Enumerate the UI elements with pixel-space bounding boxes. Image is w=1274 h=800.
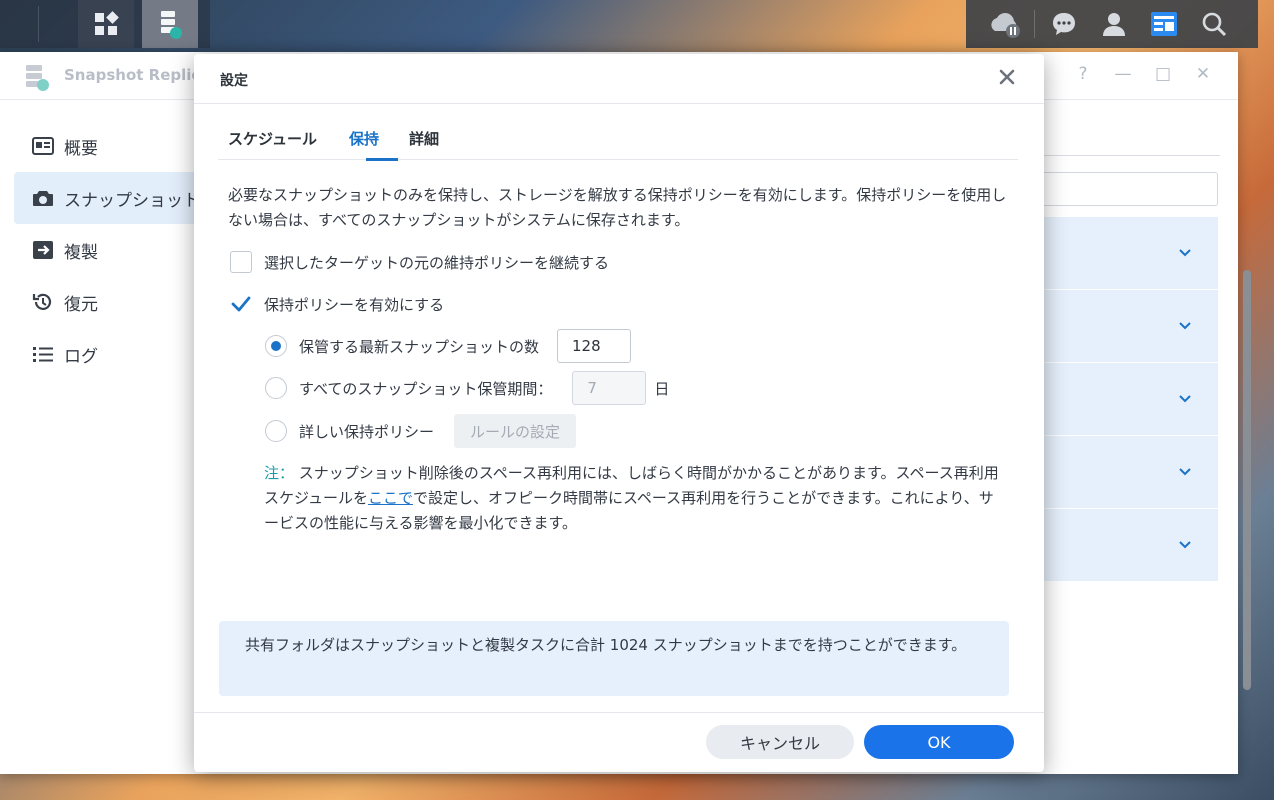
taskbar-snapshot-app[interactable] — [142, 0, 198, 48]
latest-count-input[interactable] — [557, 329, 632, 363]
inherit-policy-row: 選択したターゲットの元の維持ポリシーを継続する — [230, 251, 609, 273]
close-icon[interactable] — [996, 66, 1018, 88]
widgets-button[interactable] — [1139, 0, 1189, 48]
app-logo-icon — [26, 65, 49, 91]
help-button[interactable]: ? — [1072, 64, 1094, 84]
retention-period-row: すべてのスナップショット保管期間： 日 — [265, 371, 669, 405]
search-icon — [1202, 12, 1227, 37]
settings-dialog: 設定 スケジュール 保持 詳細 必要なスナップショットのみを保持し、ストレージを… — [194, 54, 1044, 772]
checkmark-icon — [231, 296, 251, 312]
chevron-down-icon — [1179, 395, 1191, 403]
tab-retention[interactable]: 保持 — [349, 128, 379, 149]
cloud-sync-button[interactable] — [980, 0, 1030, 48]
dialog-footer: キャンセル OK — [194, 712, 1044, 772]
restore-icon — [32, 291, 54, 313]
enable-policy-row: 保持ポリシーを有効にする — [230, 293, 444, 315]
log-icon — [32, 343, 54, 365]
search-button[interactable] — [1189, 0, 1239, 48]
taskbar-divider — [38, 6, 39, 42]
list-item[interactable] — [1040, 509, 1218, 582]
taskbar-left — [0, 0, 210, 48]
overview-icon — [32, 135, 54, 157]
retention-period-radio[interactable] — [265, 377, 287, 399]
note-prefix: 注： — [264, 464, 295, 482]
app-title: Snapshot Replic — [64, 66, 201, 84]
tab-bar: スケジュール 保持 詳細 — [218, 114, 1018, 161]
scrollbar-thumb[interactable] — [1243, 270, 1251, 690]
ok-button[interactable]: OK — [864, 725, 1014, 759]
camera-icon — [32, 187, 54, 209]
sidebar-item-overview[interactable]: 概要 — [0, 120, 194, 172]
maximize-button[interactable]: □ — [1152, 64, 1174, 84]
sidebar-item-label: 複製 — [64, 242, 98, 263]
main-menu-button[interactable] — [78, 0, 134, 48]
sidebar-item-log[interactable]: ログ — [0, 328, 194, 380]
retention-description: 必要なスナップショットのみを保持し、ストレージを解放する保持ポリシーを有効にしま… — [228, 186, 1007, 229]
tab-schedule[interactable]: スケジュール — [228, 128, 317, 149]
cloud-pause-icon — [991, 13, 1020, 38]
days-unit-label: 日 — [654, 379, 670, 398]
snapshot-app-icon — [161, 11, 182, 39]
cancel-button[interactable]: キャンセル — [706, 725, 854, 759]
grid-icon — [95, 11, 119, 35]
inherit-policy-label: 選択したターゲットの元の維持ポリシーを継続する — [264, 253, 610, 272]
latest-count-row: 保管する最新スナップショットの数 — [265, 329, 632, 363]
reclaim-schedule-link[interactable]: ここで — [368, 489, 413, 507]
dialog-title: 設定 — [220, 73, 248, 89]
taskbar-divider — [1034, 10, 1035, 38]
content-divider — [1040, 155, 1220, 156]
widgets-icon — [1151, 12, 1177, 36]
sidebar-item-restore[interactable]: 復元 — [0, 276, 194, 328]
chat-button[interactable] — [1039, 0, 1089, 48]
user-icon — [1103, 13, 1125, 36]
minimize-button[interactable]: — — [1112, 64, 1134, 84]
latest-count-label: 保管する最新スナップショットの数 — [299, 337, 540, 356]
advanced-policy-label: 詳しい保持ポリシー — [299, 422, 435, 441]
inherit-policy-checkbox[interactable] — [230, 251, 252, 273]
list-item[interactable] — [1040, 363, 1218, 436]
chevron-down-icon — [1179, 468, 1191, 476]
active-tab-indicator — [366, 158, 398, 161]
sidebar-item-replication[interactable]: 複製 — [0, 224, 194, 276]
chevron-down-icon — [1179, 322, 1191, 330]
rule-settings-button[interactable]: ルールの設定 — [454, 414, 577, 448]
chevron-down-icon — [1179, 249, 1191, 257]
advanced-policy-radio[interactable] — [265, 420, 287, 442]
background-scrollbar[interactable] — [1240, 270, 1254, 710]
advanced-policy-row: 詳しい保持ポリシー ルールの設定 — [265, 414, 577, 448]
sidebar: 概要 スナップショット 複製 復元 ログ — [0, 100, 204, 380]
replication-icon — [32, 239, 54, 261]
taskbar-right — [966, 0, 1258, 48]
sidebar-item-label: 概要 — [64, 138, 98, 159]
chat-icon — [1053, 13, 1075, 35]
list-item[interactable] — [1040, 217, 1218, 290]
space-reclaim-note: 注： スナップショット削除後のスペース再利用には、しばらく時間がかかることがあり… — [264, 461, 1008, 536]
latest-count-radio[interactable] — [265, 335, 287, 357]
list-item[interactable] — [1040, 436, 1218, 509]
background-search-input[interactable] — [1040, 172, 1218, 206]
window-controls: ? — □ ✕ — [1072, 64, 1214, 84]
sidebar-item-label: ログ — [64, 346, 98, 367]
sidebar-item-snapshot[interactable]: スナップショット — [14, 172, 204, 224]
sidebar-item-label: 復元 — [64, 294, 98, 315]
tab-advanced[interactable]: 詳細 — [409, 128, 439, 149]
chevron-down-icon — [1179, 541, 1191, 549]
retention-period-label: すべてのスナップショット保管期間： — [299, 379, 553, 398]
retention-days-input[interactable] — [572, 371, 647, 405]
snapshot-list — [1040, 217, 1218, 582]
enable-policy-label: 保持ポリシーを有効にする — [264, 295, 445, 314]
enable-policy-checkbox[interactable] — [230, 293, 252, 315]
user-button[interactable] — [1089, 0, 1139, 48]
sidebar-item-label: スナップショット — [64, 190, 200, 211]
list-item[interactable] — [1040, 290, 1218, 363]
dialog-header: 設定 — [194, 54, 1044, 104]
snapshot-limit-info: 共有フォルダはスナップショットと複製タスクに合計 1024 スナップショットまで… — [219, 621, 1009, 696]
close-window-button[interactable]: ✕ — [1192, 64, 1214, 84]
